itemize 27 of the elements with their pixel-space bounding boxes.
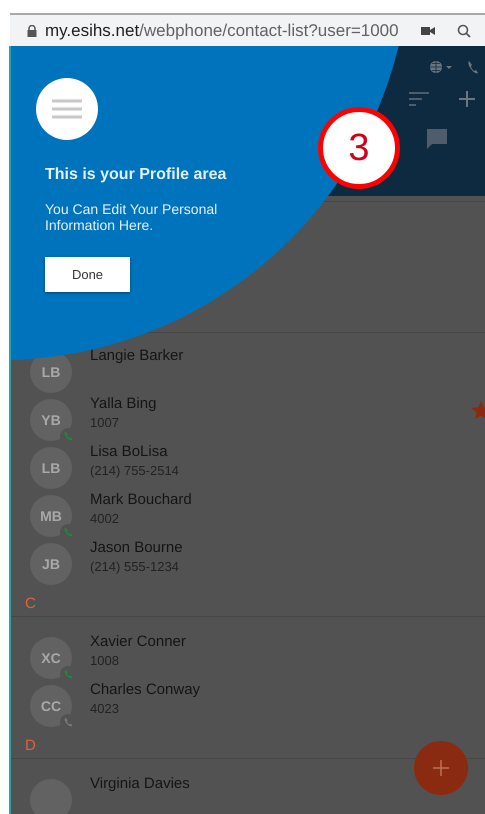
contact-name[interactable]: Yalla Bing xyxy=(90,395,156,412)
contact-name[interactable]: Virginia Davies xyxy=(90,775,190,792)
globe-icon[interactable] xyxy=(429,60,453,74)
zoom-icon[interactable] xyxy=(456,24,471,38)
section-letter: C xyxy=(11,589,485,617)
contact-name[interactable]: Lisa BoLisa xyxy=(90,443,179,460)
chat-icon[interactable] xyxy=(427,129,447,149)
contact-name[interactable]: Charles Conway xyxy=(90,681,200,698)
lock-icon xyxy=(27,24,37,36)
menu-icon xyxy=(52,99,82,119)
tour-description: You Can Edit Your Personal Information Here. xyxy=(45,201,218,233)
plus-icon[interactable] xyxy=(459,91,475,107)
address-bar[interactable]: my.esihs.net/webphone/contact-list?user=1000 xyxy=(10,15,485,46)
avatar: LB xyxy=(30,447,72,489)
contact-name[interactable]: Langie Barker xyxy=(90,347,184,364)
contact-name[interactable]: Xavier Conner xyxy=(90,633,186,650)
phone-icon[interactable] xyxy=(467,60,479,74)
camera-icon[interactable] xyxy=(420,26,435,36)
url-text: my.esihs.net/webphone/contact-list?user=1000 xyxy=(45,20,399,40)
contact-name[interactable]: Jason Bourne xyxy=(90,539,183,556)
avatar: JB xyxy=(30,543,72,585)
done-button[interactable]: Done xyxy=(45,257,130,292)
star-icon[interactable] xyxy=(471,401,485,420)
sort-icon[interactable] xyxy=(409,92,429,106)
tour-title: This is your Profile area xyxy=(45,166,228,184)
plus-icon xyxy=(433,760,449,776)
contact-name[interactable]: Mark Bouchard xyxy=(90,491,192,508)
